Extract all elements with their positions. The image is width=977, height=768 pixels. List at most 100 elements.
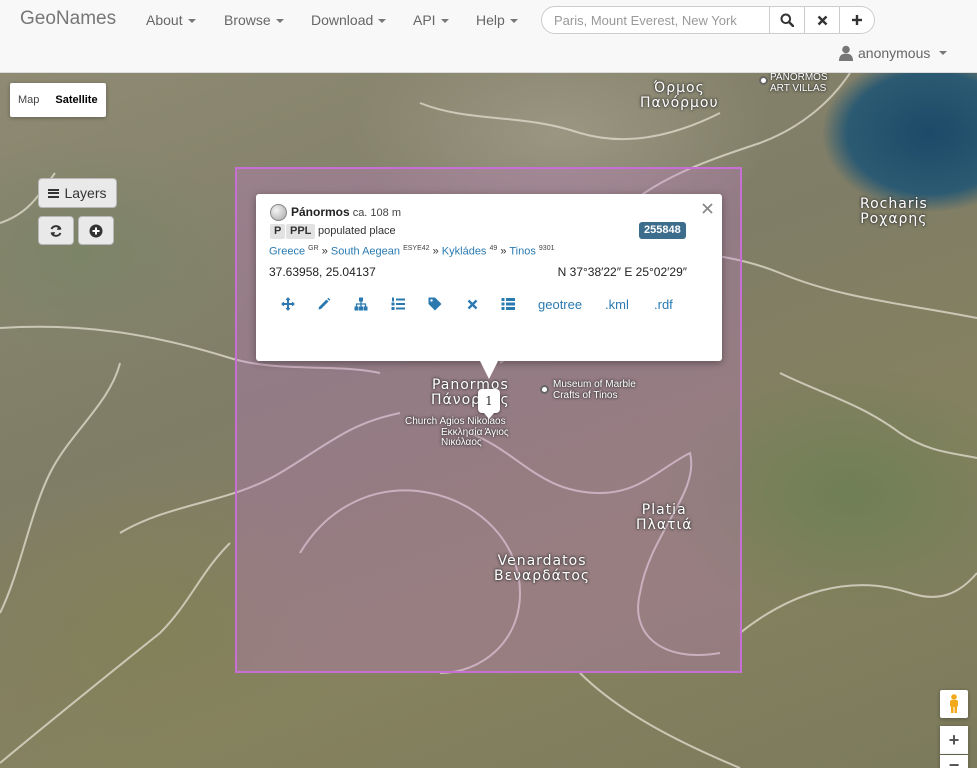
map-label-rocharis-el: Ροχαρης [860, 210, 928, 227]
rdf-link[interactable]: .rdf [654, 297, 673, 312]
tag-icon[interactable] [427, 296, 443, 312]
user-name: anonymous [858, 45, 931, 61]
map-label-platia: Platia Πλατιά [636, 503, 692, 532]
menu-about-label: About [146, 12, 183, 28]
feature-code-badge: PPL [286, 224, 316, 239]
delete-icon[interactable] [464, 296, 480, 312]
add-place-button[interactable] [78, 216, 114, 245]
menu-help[interactable]: Help [476, 12, 518, 28]
pegman-button[interactable] [940, 690, 968, 718]
map-label-rocharis-en: Rocharis [860, 196, 928, 212]
search-button[interactable] [770, 6, 805, 34]
menu-browse-label: Browse [224, 12, 271, 28]
popup-close-button[interactable] [702, 199, 713, 219]
cluster-marker[interactable]: 1 [478, 389, 500, 419]
map-label-venardatos-en: Venardatos [497, 553, 587, 569]
map-type-satellite-button[interactable]: Satellite [47, 83, 105, 117]
menu-download-label: Download [311, 12, 374, 28]
feature-class-badge: P [270, 224, 286, 239]
search-input[interactable] [541, 6, 770, 34]
place-popup: Pánormos ca. 108 m P PPL populated place … [256, 194, 722, 379]
user-menu[interactable]: anonymous [839, 45, 948, 61]
map-label-panormos-bay-el2: Πανόρμου [640, 94, 719, 111]
refresh-icon [50, 224, 62, 237]
brand-logo[interactable]: GeoNames [20, 8, 116, 30]
refresh-button[interactable] [38, 216, 74, 245]
layers-label: Layers [64, 185, 107, 201]
menu-api-label: API [413, 12, 436, 28]
dms-coordinates: N 37°38′22″ E 25°02′29″ [557, 265, 687, 279]
caret-down-icon [939, 51, 948, 55]
map-label-venardatos: Venardatos Βεναρδάτος [494, 554, 590, 583]
place-population: ca. 108 m [352, 207, 401, 219]
map-label-museum: Museum of Marble Crafts of Tinos [553, 379, 636, 401]
navbar: GeoNames About Browse Download API Help … [0, 0, 977, 73]
search-group [541, 6, 875, 34]
menu-browse[interactable]: Browse [224, 12, 284, 28]
map-type-control: Map Satellite [10, 83, 106, 117]
map-label-panormos-bay: Όρμος Πανόρμου [640, 81, 719, 110]
breadcrumb-region-code: ESYE42 [403, 245, 430, 252]
menu-about[interactable]: About [146, 12, 196, 28]
popup-actions: geotree .kml .rdf [256, 296, 722, 312]
breadcrumb-municipality[interactable]: Tinos [509, 246, 536, 258]
menu-api[interactable]: API [413, 12, 449, 28]
breadcrumb-municipality-code: 9301 [538, 245, 555, 252]
menu-help-label: Help [476, 12, 505, 28]
map-label-church: Church Agios Nikolaos Εκκλησία Άγιος Νικ… [405, 416, 515, 449]
map-canvas[interactable]: Όρμος Πανόρμου PANORMOS ART VILLAS Rocha… [0, 73, 977, 768]
list-icon[interactable] [500, 296, 516, 312]
close-icon [817, 15, 827, 25]
breadcrumb-prefecture[interactable]: Kykládes [442, 246, 487, 258]
move-icon[interactable] [280, 296, 296, 312]
map-label-church-el: Εκκλησία Άγιος Νικόλαος [441, 426, 509, 448]
breadcrumb-separator: » [500, 245, 507, 258]
breadcrumb-separator: » [432, 245, 439, 258]
pegman-icon [950, 694, 958, 713]
geotree-link[interactable]: geotree [538, 297, 582, 312]
geonameid-badge[interactable]: 255848 [639, 222, 686, 239]
search-icon [780, 13, 794, 27]
caret-down-icon [275, 19, 284, 24]
plus-circle-icon [89, 224, 103, 237]
poi-marker[interactable] [540, 385, 549, 394]
kml-link[interactable]: .kml [605, 297, 629, 312]
map-label-platia-el: Πλατιά [636, 516, 693, 533]
add-button[interactable] [840, 6, 875, 34]
clear-search-button[interactable] [805, 6, 840, 34]
menu-download[interactable]: Download [311, 12, 387, 28]
edit-icon[interactable] [316, 296, 332, 312]
hierarchy-icon[interactable] [353, 296, 369, 312]
wikipedia-globe-icon[interactable] [270, 204, 287, 221]
close-icon [702, 203, 713, 214]
plus-icon [852, 15, 862, 25]
caret-down-icon [440, 19, 449, 24]
layers-button[interactable]: Layers [38, 178, 117, 208]
map-label-platia-en: Platia [641, 502, 687, 518]
menu-icon [48, 188, 60, 198]
user-icon [839, 45, 853, 61]
breadcrumb-prefecture-code: 49 [489, 245, 498, 252]
breadcrumb-country[interactable]: Greece [269, 246, 305, 258]
breadcrumb: Greece GR » South Aegean ESYE42 » Kyklád… [269, 245, 554, 258]
caret-down-icon [509, 19, 518, 24]
poi-marker[interactable] [759, 76, 768, 85]
map-label-rocharis: Rocharis Ροχαρης [860, 197, 928, 226]
zoom-out-button[interactable]: − [940, 755, 968, 768]
place-name: Pánormos [291, 205, 350, 219]
caret-down-icon [378, 19, 387, 24]
place-title: Pánormos ca. 108 m [291, 205, 401, 219]
map-label-venardatos-el: Βεναρδάτος [494, 567, 591, 584]
decimal-coordinates: 37.63958, 25.04137 [269, 265, 376, 279]
list-numbered-icon[interactable] [390, 296, 406, 312]
zoom-in-button[interactable]: + [940, 726, 968, 754]
breadcrumb-country-code: GR [308, 245, 319, 252]
map-label-church-en: Church Agios Nikolaos [405, 416, 506, 427]
map-label-art-villas: PANORMOS ART VILLAS [770, 73, 828, 94]
feature-type: populated place [318, 225, 396, 237]
breadcrumb-region[interactable]: South Aegean [331, 246, 400, 258]
map-label-panormos-bay-el: Όρμος [653, 80, 705, 96]
map-type-map-button[interactable]: Map [10, 83, 47, 117]
breadcrumb-separator: » [321, 245, 328, 258]
caret-down-icon [187, 19, 196, 24]
